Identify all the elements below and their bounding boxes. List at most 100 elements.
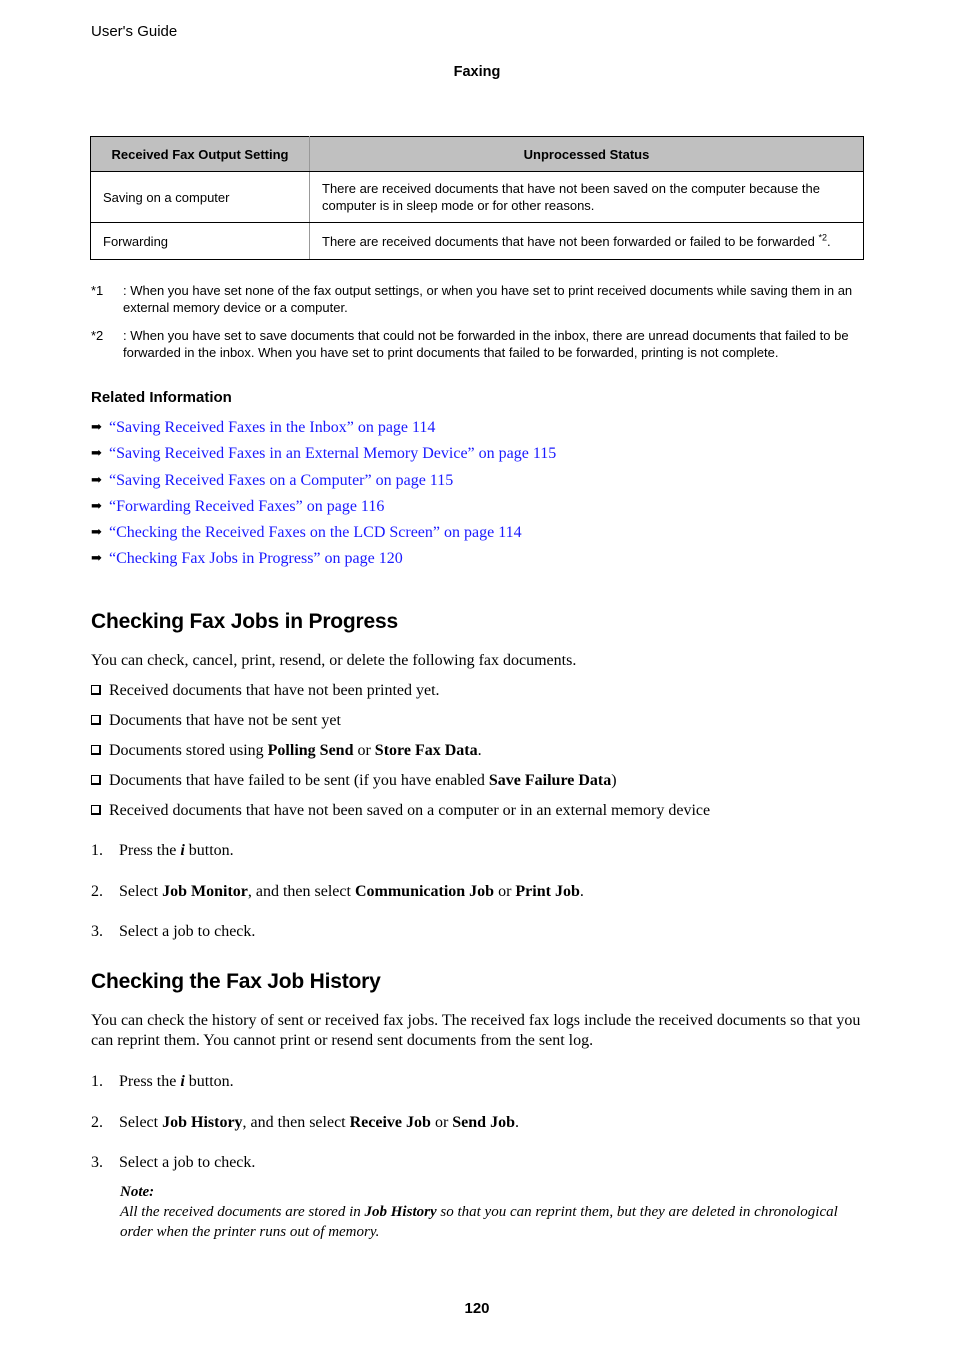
step-text: , and then select bbox=[242, 1113, 350, 1131]
steps-list: 1. Press the i button. 2. Select Job Monit… bbox=[91, 840, 584, 962]
footnote-reference: *2 bbox=[818, 232, 827, 243]
related-link[interactable]: “Forwarding Received Faxes” on page 116 bbox=[109, 498, 384, 515]
step-text: or bbox=[494, 882, 516, 900]
footnote-mark: *2 bbox=[91, 328, 104, 343]
note-label: Note: bbox=[120, 1184, 155, 1200]
step-item: 3. Select a job to check. bbox=[91, 921, 584, 962]
step-number: 1. bbox=[91, 1073, 103, 1090]
section-heading-fax-job-history: Checking the Fax Job History bbox=[91, 970, 381, 993]
column-header: Received Fax Output Setting bbox=[90, 136, 310, 172]
footnote-mark: *1 bbox=[91, 283, 104, 298]
menu-term: Polling Send bbox=[267, 742, 354, 759]
table-cell-status: There are received documents that have n… bbox=[309, 171, 864, 223]
note-text: All the received documents are stored in bbox=[120, 1204, 365, 1220]
checklist-item: Documents that have failed to be sent (i… bbox=[91, 770, 710, 800]
related-link-item: ➡ “Forwarding Received Faxes” on page 116 bbox=[91, 495, 556, 521]
table-header-row: Received Fax Output Setting Unprocessed … bbox=[90, 136, 864, 172]
related-information-heading: Related Information bbox=[91, 389, 232, 406]
item-text: or bbox=[353, 742, 375, 759]
step-text: . bbox=[514, 1113, 519, 1131]
step-text: Select bbox=[119, 882, 163, 900]
item-text: Documents stored using bbox=[109, 742, 268, 759]
footnote-text: : When you have set to save documents th… bbox=[123, 328, 849, 360]
checkbox-icon bbox=[91, 805, 101, 815]
arrow-right-icon: ➡ bbox=[91, 524, 102, 540]
step-text: Select a job to check. bbox=[119, 923, 256, 940]
item-text: Received documents that have not been pr… bbox=[109, 682, 440, 699]
footnote: *2 : When you have set to save documents… bbox=[91, 327, 864, 361]
steps-list: 1. Press the i button. 2. Select Job Histo… bbox=[91, 1071, 519, 1174]
checklist-item: Received documents that have not been sa… bbox=[91, 800, 710, 830]
checkbox-icon bbox=[91, 685, 101, 695]
footnote-text: : When you have set none of the fax outp… bbox=[123, 283, 853, 315]
arrow-right-icon: ➡ bbox=[91, 497, 102, 513]
step-number: 2. bbox=[91, 882, 103, 900]
step-item: 2. Select Job Monitor, and then select Co… bbox=[91, 881, 584, 922]
item-text: Documents that have not be sent yet bbox=[109, 712, 341, 729]
item-text: ) bbox=[611, 772, 617, 789]
column-header: Unprocessed Status bbox=[309, 136, 864, 172]
menu-term: Store Fax Data bbox=[374, 742, 478, 759]
related-link-item: ➡ “Saving Received Faxes in an External M… bbox=[91, 442, 556, 468]
step-text: or bbox=[430, 1113, 453, 1131]
arrow-right-icon: ➡ bbox=[91, 445, 102, 461]
running-head: User's Guide bbox=[91, 23, 178, 40]
related-link-item: ➡ “Saving Received Faxes in the Inbox” on… bbox=[91, 416, 556, 442]
related-links-list: ➡ “Saving Received Faxes in the Inbox” on… bbox=[91, 416, 556, 574]
section-heading-fax-jobs-in-progress: Checking Fax Jobs in Progress bbox=[91, 610, 398, 633]
checkbox-icon bbox=[91, 715, 101, 725]
related-link-item: ➡ “Checking the Received Faxes on the LCD… bbox=[91, 521, 556, 547]
related-link[interactable]: “Saving Received Faxes on a Computer” on… bbox=[109, 472, 453, 489]
table-row: Forwarding There are received documents … bbox=[90, 222, 864, 260]
step-text: Select bbox=[119, 1113, 163, 1131]
step-number: 1. bbox=[91, 842, 103, 859]
menu-term: Send Job bbox=[452, 1113, 515, 1131]
step-text: Press the bbox=[119, 1073, 181, 1090]
step-text: . bbox=[579, 882, 584, 900]
step-item: 3. Select a job to check. bbox=[91, 1152, 519, 1174]
chapter-title: Faxing bbox=[453, 64, 501, 80]
table-row: Saving on a computer There are received … bbox=[90, 171, 864, 223]
item-text: Documents that have failed to be sent (i… bbox=[109, 772, 489, 789]
step-text: , and then select bbox=[247, 882, 355, 900]
menu-term: Communication Job bbox=[354, 882, 495, 900]
section-intro: You can check, cancel, print, resend, or… bbox=[91, 652, 577, 669]
related-link[interactable]: “Checking Fax Jobs in Progress” on page … bbox=[109, 550, 403, 567]
step-number: 3. bbox=[91, 923, 103, 940]
unprocessed-status-table: Received Fax Output Setting Unprocessed … bbox=[90, 136, 864, 260]
step-text: button. bbox=[184, 842, 234, 859]
menu-term: Print Job bbox=[515, 882, 580, 900]
step-text: Select a job to check. bbox=[119, 1154, 256, 1171]
table-cell-setting: Forwarding bbox=[90, 222, 310, 260]
menu-term: Save Failure Data bbox=[488, 772, 612, 789]
item-text: . bbox=[477, 742, 482, 759]
document-checklist: Received documents that have not been pr… bbox=[91, 680, 710, 830]
table-cell-status: There are received documents that have n… bbox=[309, 222, 864, 260]
related-link[interactable]: “Checking the Received Faxes on the LCD … bbox=[109, 524, 522, 541]
step-text: Press the bbox=[119, 842, 181, 859]
arrow-right-icon: ➡ bbox=[91, 419, 102, 434]
table-cell-setting: Saving on a computer bbox=[90, 171, 310, 223]
menu-term: Job Monitor bbox=[162, 882, 248, 900]
step-text: button. bbox=[184, 1073, 234, 1090]
item-text: Received documents that have not been sa… bbox=[109, 802, 711, 819]
related-link[interactable]: “Saving Received Faxes in an External Me… bbox=[109, 445, 556, 462]
checklist-item: Documents stored using Polling Send or S… bbox=[91, 740, 710, 770]
step-item: 1. Press the i button. bbox=[91, 1071, 519, 1112]
related-link-item: ➡ “Saving Received Faxes on a Computer” o… bbox=[91, 469, 556, 495]
step-number: 2. bbox=[91, 1113, 103, 1131]
arrow-right-icon: ➡ bbox=[91, 471, 102, 487]
related-link[interactable]: “Saving Received Faxes in the Inbox” on … bbox=[109, 419, 435, 436]
checkbox-icon bbox=[91, 775, 101, 785]
checkbox-icon bbox=[91, 745, 101, 755]
arrow-right-icon: ➡ bbox=[91, 550, 102, 566]
step-number: 3. bbox=[91, 1154, 103, 1171]
status-text: There are received documents that have n… bbox=[322, 233, 819, 249]
section-intro: You can check the history of sent or rec… bbox=[91, 1012, 861, 1049]
related-link-item: ➡ “Checking Fax Jobs in Progress” on page… bbox=[91, 547, 556, 573]
step-item: 2. Select Job History, and then select Re… bbox=[91, 1112, 519, 1153]
menu-term: Job History bbox=[364, 1204, 437, 1220]
step-item: 1. Press the i button. bbox=[91, 840, 584, 881]
menu-term: Job History bbox=[162, 1113, 243, 1131]
page-number: 120 bbox=[464, 1300, 490, 1317]
